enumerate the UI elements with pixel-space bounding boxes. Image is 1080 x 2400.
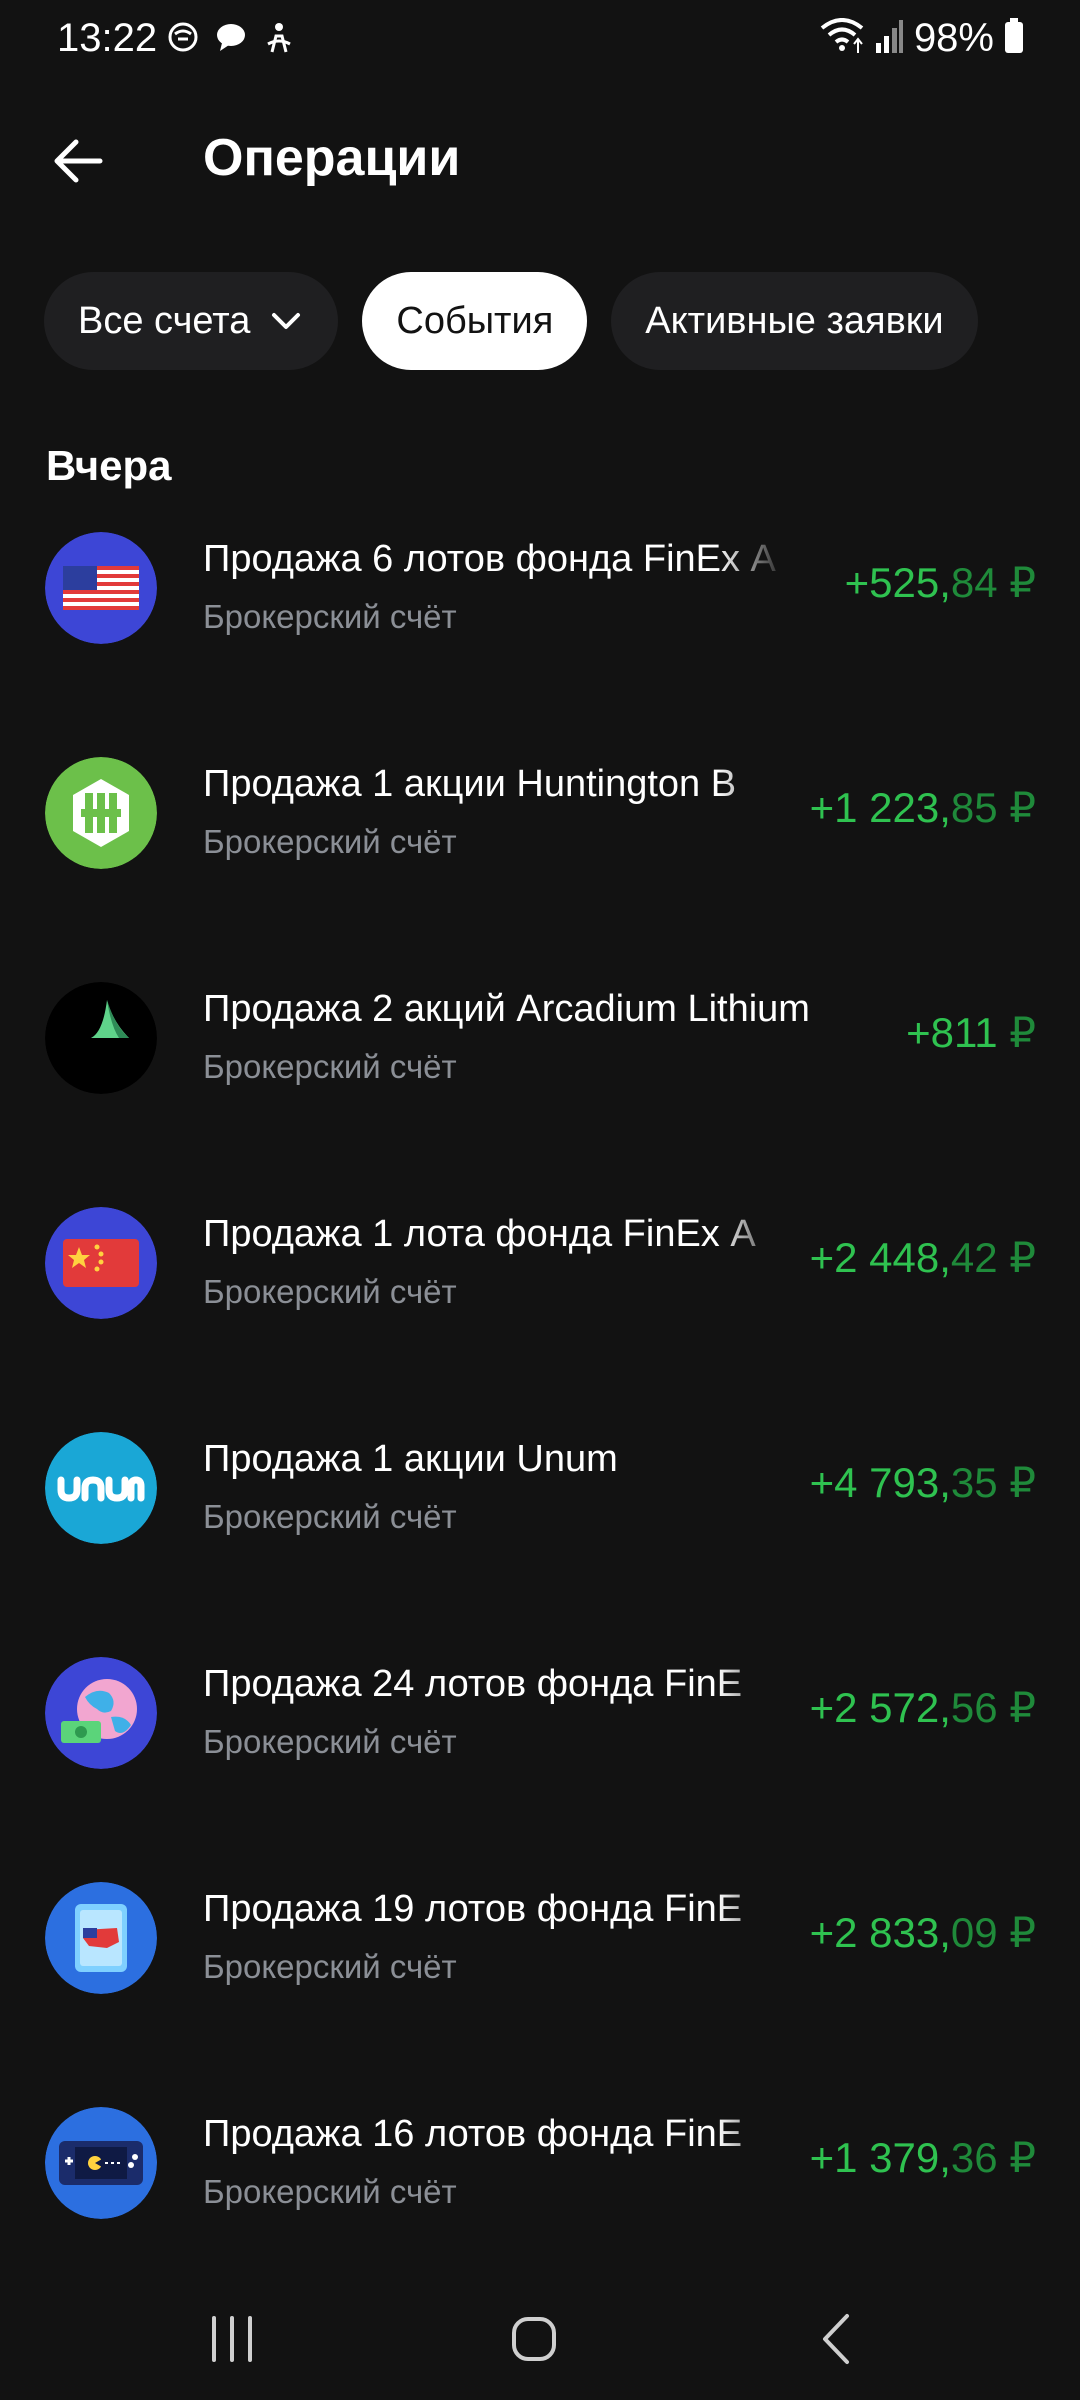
chevron-down-icon xyxy=(272,313,301,329)
operation-amount: +525,84 ₽ xyxy=(845,558,1036,607)
amount-currency: ₽ xyxy=(997,1234,1036,1281)
signal-icon xyxy=(874,19,904,58)
operation-account: Брокерский счёт xyxy=(203,598,457,635)
operation-title: Продажа 1 лота фонда FinEx А xyxy=(203,1213,756,1255)
operation-amount: +2 572,56 ₽ xyxy=(810,1683,1036,1732)
operations-list: Продажа 6 лотов фонда FinEx А Брокерский… xyxy=(0,520,1080,2320)
message-icon xyxy=(214,20,248,54)
recent-apps-icon xyxy=(212,2316,252,2362)
amount-whole: +525, xyxy=(844,559,951,606)
operation-title: Продажа 16 лотов фонда FinE xyxy=(203,2113,743,2155)
operation-amount: +2 833,09 ₽ xyxy=(810,1908,1036,1957)
operation-title: Продажа 6 лотов фонда FinEx А xyxy=(203,538,776,580)
operation-account: Брокерский счёт xyxy=(203,1498,457,1535)
arrow-left-icon xyxy=(54,139,103,183)
operation-title: Продажа 19 лотов фонда FinE xyxy=(203,1888,743,1930)
events-filter-label: События xyxy=(396,299,554,342)
amount-whole: +2 833, xyxy=(809,1909,951,1956)
operation-title: Продажа 2 акций Arcadium Lithium xyxy=(203,988,810,1030)
amount-cents: 85 xyxy=(950,784,998,831)
accounts-filter-chip[interactable]: Все счета xyxy=(44,272,339,370)
accessibility-icon xyxy=(262,20,296,54)
recent-apps-button[interactable] xyxy=(197,2304,267,2374)
amount-cents: 56 xyxy=(950,1684,998,1731)
amount-currency: ₽ xyxy=(997,1909,1036,1956)
amount-currency: ₽ xyxy=(997,1459,1036,1506)
operation-row[interactable]: Продажа 1 акции Huntington B Брокерский … xyxy=(0,745,1080,970)
operation-account: Брокерский счёт xyxy=(203,1723,457,1760)
home-icon xyxy=(512,2317,556,2361)
active-orders-filter-label: Активные заявки xyxy=(645,299,944,342)
operation-account: Брокерский счёт xyxy=(203,2173,457,2210)
status-time: 13:22 xyxy=(57,16,158,60)
amount-cents: 42 xyxy=(950,1234,998,1281)
huntington-logo-icon xyxy=(45,757,157,869)
amount-currency: ₽ xyxy=(997,1009,1036,1056)
operation-amount: +4 793,35 ₽ xyxy=(810,1458,1036,1507)
amount-cents: 35 xyxy=(950,1459,998,1506)
status-bar: 13:22 98% xyxy=(0,0,1080,80)
amount-whole: +1 223, xyxy=(809,784,951,831)
operation-amount: +2 448,42 ₽ xyxy=(810,1233,1036,1282)
operation-amount: +1 379,36 ₽ xyxy=(810,2133,1036,2182)
filter-chips: Все счета События Активные заявки xyxy=(44,272,978,370)
operation-account: Брокерский счёт xyxy=(203,1048,457,1085)
amount-cents: 36 xyxy=(950,2134,998,2181)
battery-icon xyxy=(1004,18,1024,59)
arcadium-lithium-logo-icon xyxy=(45,982,157,1094)
us-flag-icon xyxy=(45,532,157,644)
operation-row[interactable]: Продажа 24 лотов фонда FinE Брокерский с… xyxy=(0,1645,1080,1870)
globe-money-icon xyxy=(45,1657,157,1769)
operation-account: Брокерский счёт xyxy=(203,1948,457,1985)
amount-currency: ₽ xyxy=(997,559,1036,606)
operation-account: Брокерский счёт xyxy=(203,1273,457,1310)
operation-row[interactable]: Продажа 6 лотов фонда FinEx А Брокерский… xyxy=(0,520,1080,745)
operation-row[interactable]: Продажа 19 лотов фонда FinE Брокерский с… xyxy=(0,1870,1080,2095)
tablet-us-map-icon xyxy=(45,1882,157,1994)
operation-account: Брокерский счёт xyxy=(203,823,457,860)
operation-amount: +811 ₽ xyxy=(906,1008,1036,1057)
game-console-icon xyxy=(45,2107,157,2219)
amount-currency: ₽ xyxy=(997,1684,1036,1731)
operation-amount: +1 223,85 ₽ xyxy=(810,783,1036,832)
wifi-calling-icon xyxy=(166,20,200,54)
page-title: Операции xyxy=(203,129,461,187)
notification-icons xyxy=(166,20,296,54)
amount-cents: 84 xyxy=(950,559,998,606)
back-button[interactable] xyxy=(44,126,114,196)
amount-whole: +2 572, xyxy=(809,1684,951,1731)
events-filter-chip[interactable]: События xyxy=(362,272,588,370)
system-back-button[interactable] xyxy=(803,2304,873,2374)
home-button[interactable] xyxy=(499,2304,569,2374)
amount-whole: +811 xyxy=(906,1009,998,1056)
amount-whole: +1 379, xyxy=(809,2134,951,2181)
amount-whole: +2 448, xyxy=(809,1234,951,1281)
operation-row[interactable]: Продажа 1 акции Unum Брокерский счёт +4 … xyxy=(0,1420,1080,1645)
unum-logo-icon xyxy=(45,1432,157,1544)
amount-currency: ₽ xyxy=(997,2134,1036,2181)
operation-title: Продажа 1 акции Unum xyxy=(203,1438,618,1480)
operations-screen: 13:22 98% Операции Все счета События Акт… xyxy=(0,0,1080,2400)
amount-cents: 09 xyxy=(950,1909,998,1956)
section-title-yesterday: Вчера xyxy=(46,442,172,489)
operation-title: Продажа 1 акции Huntington B xyxy=(203,763,737,805)
battery-percent: 98% xyxy=(913,16,994,60)
system-nav-bar xyxy=(0,2280,1080,2400)
china-flag-icon xyxy=(45,1207,157,1319)
operation-title: Продажа 24 лотов фонда FinE xyxy=(203,1663,743,1705)
amount-whole: +4 793, xyxy=(809,1459,951,1506)
wifi-icon xyxy=(820,18,864,59)
back-icon xyxy=(823,2314,849,2364)
amount-currency: ₽ xyxy=(997,784,1036,831)
accounts-filter-label: Все счета xyxy=(78,299,251,342)
header: Операции xyxy=(0,110,1080,210)
status-right: 98% xyxy=(820,16,1024,61)
operation-row[interactable]: Продажа 2 акций Arcadium Lithium Брокерс… xyxy=(0,970,1080,1195)
operation-row[interactable]: Продажа 1 лота фонда FinEx А Брокерский … xyxy=(0,1195,1080,1420)
active-orders-filter-chip[interactable]: Активные заявки xyxy=(611,272,978,370)
